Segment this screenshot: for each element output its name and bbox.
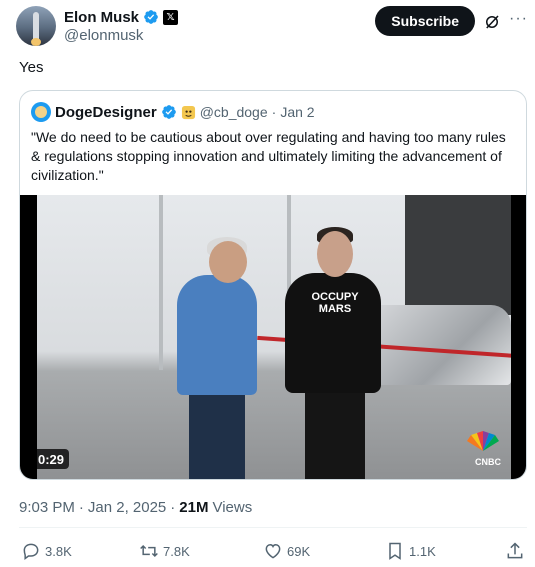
share-button[interactable] xyxy=(505,539,525,563)
tweet-time[interactable]: 9:03 PM xyxy=(19,499,75,516)
author-name-row: Elon Musk 𝕏 xyxy=(64,8,179,26)
video-player[interactable]: OCCUPY MARS CNBC 0:29 xyxy=(20,195,526,479)
video-frame: OCCUPY MARS CNBC xyxy=(37,195,511,479)
cnbc-watermark: CNBC xyxy=(475,457,501,467)
bookmark-button[interactable]: 1.1K xyxy=(385,539,436,563)
doge-badge-icon xyxy=(181,105,195,119)
x-affiliate-icon: 𝕏 xyxy=(163,9,179,25)
repost-icon xyxy=(140,544,158,558)
bookmark-count: 1.1K xyxy=(409,543,436,559)
grok-icon[interactable] xyxy=(483,13,501,31)
reply-count: 3.8K xyxy=(45,543,72,559)
author-handle[interactable]: @elonmusk xyxy=(64,27,143,44)
shirt-text: OCCUPY MARS xyxy=(311,291,359,315)
divider xyxy=(19,527,527,528)
meta-separator: · xyxy=(78,499,84,516)
tweet-text: Yes xyxy=(19,59,44,76)
subscribe-button[interactable]: Subscribe xyxy=(375,6,475,36)
verified-icon xyxy=(161,105,176,119)
quote-handle: @cb_doge xyxy=(199,104,268,120)
repost-button[interactable]: 7.8K xyxy=(139,539,190,563)
quote-header: DogeDesigner @cb_doge · Jan 2 xyxy=(31,102,315,122)
tweet-meta: 9:03 PM · Jan 2, 2025 · 21M Views xyxy=(19,499,252,516)
verified-icon xyxy=(144,10,158,24)
quote-avatar xyxy=(31,102,51,122)
more-icon[interactable]: ··· xyxy=(509,11,527,30)
meta-separator: · xyxy=(170,499,176,516)
views-count: 21M xyxy=(179,499,209,516)
author-display-name[interactable]: Elon Musk xyxy=(64,9,139,26)
tweet-date[interactable]: Jan 2, 2025 xyxy=(88,499,166,516)
share-icon xyxy=(507,542,523,559)
quote-separator: · xyxy=(271,104,277,120)
quote-display-name: DogeDesigner xyxy=(55,103,157,121)
views-label: Views xyxy=(212,499,253,516)
like-icon xyxy=(265,543,281,559)
like-button[interactable]: 69K xyxy=(263,539,310,563)
tweet-header: Elon Musk 𝕏 @elonmusk Subscribe ··· xyxy=(16,6,531,46)
repost-count: 7.8K xyxy=(163,543,190,559)
reply-button[interactable]: 3.8K xyxy=(21,539,72,563)
bookmark-icon xyxy=(389,542,401,560)
video-duration: 0:29 xyxy=(33,449,70,469)
reply-icon xyxy=(23,543,39,560)
action-bar: 3.8K 7.8K 69K 1.1K xyxy=(19,539,527,563)
cnbc-logo-icon xyxy=(467,431,499,451)
like-count: 69K xyxy=(287,543,311,559)
avatar[interactable] xyxy=(16,6,56,46)
quoted-tweet[interactable]: DogeDesigner @cb_doge · Jan 2 "We do nee… xyxy=(19,90,527,480)
quote-text: "We do need to be cautious about over re… xyxy=(31,129,506,183)
quote-date[interactable]: Jan 2 xyxy=(280,104,314,120)
